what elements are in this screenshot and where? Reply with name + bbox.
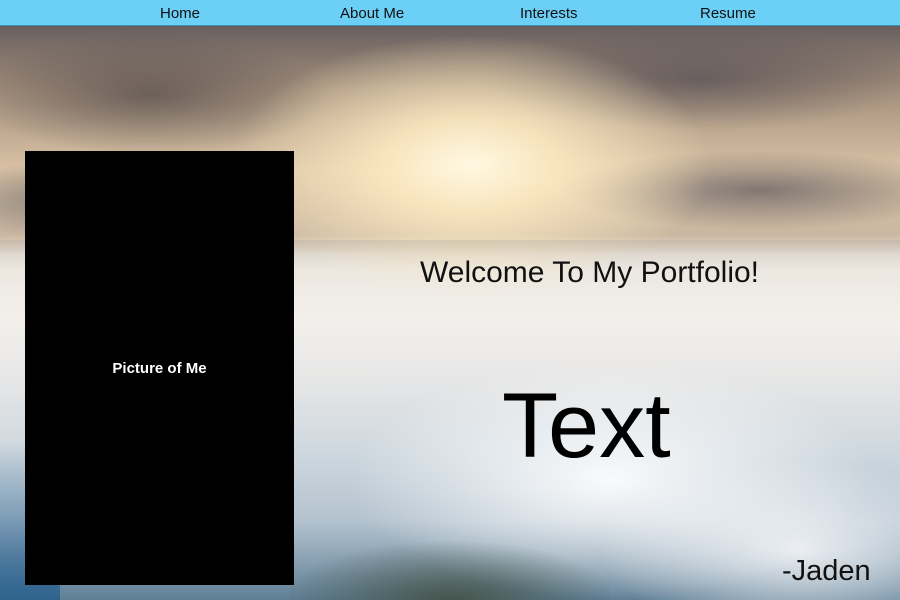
picture-placeholder-label: Picture of Me <box>112 359 207 377</box>
profile-picture-placeholder: Picture of Me <box>25 151 294 585</box>
nav-link-interests[interactable]: Interests <box>520 5 578 22</box>
author-signature: -Jaden <box>782 555 871 587</box>
top-navigation-bar: Home About Me Interests Resume <box>0 0 900 26</box>
nav-link-resume[interactable]: Resume <box>700 5 756 22</box>
nav-link-about-me[interactable]: About Me <box>340 5 404 22</box>
body-text-placeholder: Text <box>502 375 671 477</box>
welcome-heading: Welcome To My Portfolio! <box>420 256 760 289</box>
portfolio-page: Home About Me Interests Resume Picture o… <box>0 0 900 600</box>
forest-patch <box>290 530 610 600</box>
nav-link-home[interactable]: Home <box>160 5 200 22</box>
